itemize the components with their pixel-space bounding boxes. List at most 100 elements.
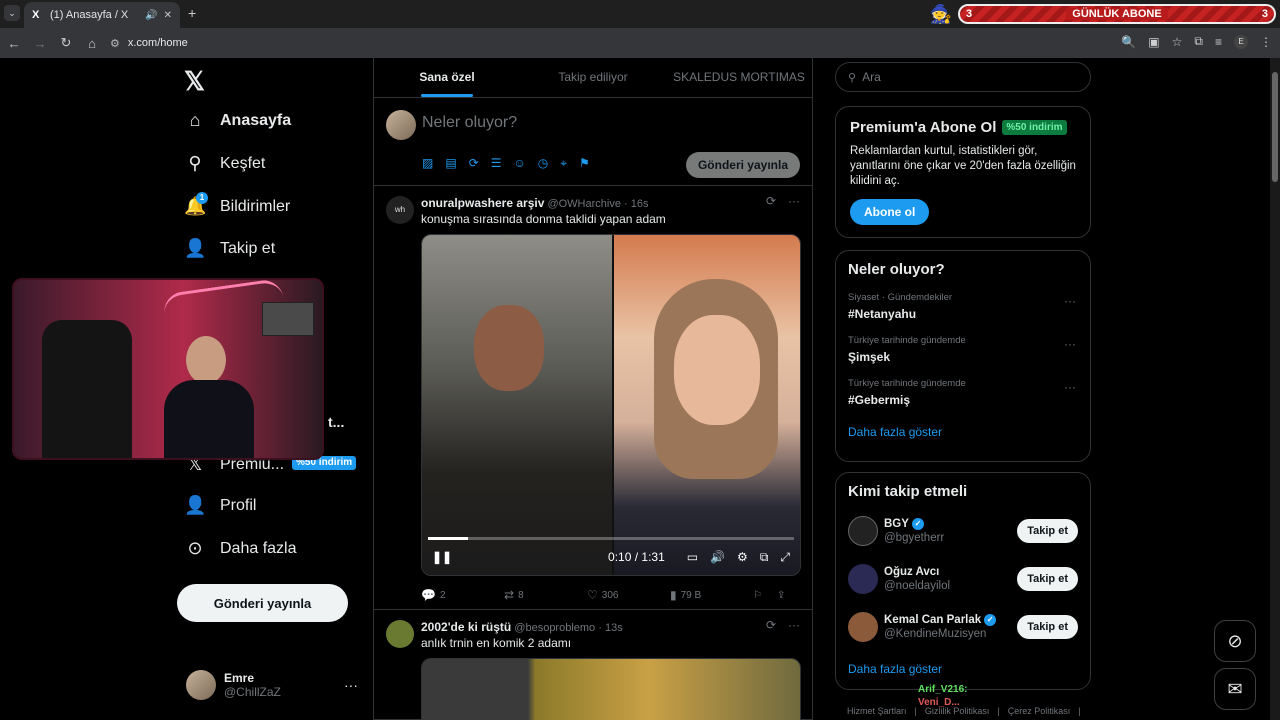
trend-item[interactable]: Türkiye tarihinde gündemde #Gebermiş ···	[848, 378, 1078, 407]
mascot-icon: 🧙	[929, 4, 953, 24]
tab-list[interactable]: SKALEDUS MORTIMAS	[666, 58, 812, 97]
footer-link[interactable]: Çerez Politikası	[1008, 706, 1071, 716]
url-field[interactable]: ⚙ x.com/home	[110, 37, 188, 50]
tweet[interactable]: 2002'de ki rüştü @besoproblemo · 13s anl…	[374, 610, 812, 720]
composer-input[interactable]: Neler oluyor?	[422, 114, 517, 132]
scrollbar-thumb[interactable]	[1272, 72, 1278, 182]
more-dots-icon[interactable]: ···	[344, 677, 358, 693]
share-icon[interactable]: ⇪	[777, 588, 801, 602]
composer-post-button[interactable]: Gönderi yayınla	[685, 152, 800, 178]
footer-link[interactable]: Hizmet Şartları	[847, 706, 907, 716]
tab-following[interactable]: Takip ediliyor	[520, 58, 666, 97]
reload-icon[interactable]: ↻	[54, 35, 78, 51]
forward-icon[interactable]: →	[28, 36, 52, 51]
more-dots-icon[interactable]: ···	[1064, 337, 1076, 351]
volume-icon[interactable]: 🔊	[710, 550, 725, 564]
tweet-handle[interactable]: @besoproblemo	[514, 622, 595, 634]
sidebar-item-profile[interactable]: 👤 Profil	[184, 495, 256, 516]
more-dots-icon[interactable]: ···	[788, 194, 800, 208]
page-scrollbar[interactable]	[1270, 58, 1280, 720]
tweet-avatar[interactable]	[386, 620, 414, 648]
back-icon[interactable]: ←	[2, 36, 26, 51]
show-more-trends-link[interactable]: Daha fazla göster	[848, 425, 1078, 439]
site-info-icon[interactable]: ⚙	[110, 37, 120, 50]
location-icon[interactable]: ⌖	[560, 156, 567, 171]
messages-fab-button[interactable]: ✉	[1214, 668, 1256, 710]
browser-menu-icon[interactable]: ⋮	[1260, 35, 1272, 49]
sidebar-item-home[interactable]: ⌂ Anasayfa	[184, 110, 292, 131]
chat-line: Arif_V216:	[918, 684, 968, 695]
sidebar-item-more[interactable]: ⊙ Daha fazla	[184, 538, 296, 559]
sidebar-item-explore[interactable]: ⚲ Keşfet	[184, 153, 265, 174]
post-button[interactable]: Gönderi yayınla	[177, 584, 348, 622]
more-dots-icon[interactable]: ···	[1064, 294, 1076, 308]
new-tab-button[interactable]: +	[188, 5, 196, 21]
gif-icon[interactable]: ▤	[445, 156, 456, 171]
pip-icon[interactable]: ⧉	[760, 550, 769, 565]
tweet-avatar[interactable]: wh	[386, 196, 414, 224]
tweet-time[interactable]: 16s	[631, 198, 649, 210]
tweet-author-name[interactable]: 2002'de ki rüştü	[421, 620, 511, 634]
zoom-icon[interactable]: 🔍	[1121, 35, 1136, 49]
close-tab-icon[interactable]: ✕	[164, 10, 172, 21]
pause-icon[interactable]: ❚❚	[432, 550, 452, 564]
schedule-icon[interactable]: ◷	[538, 156, 548, 171]
captions-icon[interactable]: ▭	[687, 550, 698, 564]
subscribe-button[interactable]: Abone ol	[850, 199, 930, 225]
tweet-time[interactable]: 13s	[605, 622, 623, 634]
x-logo[interactable]: 𝕏	[184, 66, 205, 97]
trend-context: Siyaset · Gündemdekiler	[848, 292, 953, 303]
bookmark-icon[interactable]: ⚐	[753, 588, 777, 602]
sidebar-item-label-partial[interactable]: t...	[328, 414, 344, 430]
tweet[interactable]: wh onuralpwashere arşiv @OWHarchive · 16…	[374, 186, 812, 610]
sub-count-right: 3	[1261, 8, 1268, 20]
show-more-follow-link[interactable]: Daha fazla göster	[848, 662, 1078, 676]
reply-button[interactable]: 💬 2	[421, 588, 504, 602]
grok-icon[interactable]: ⟳	[766, 618, 776, 632]
emoji-icon[interactable]: ☺	[514, 156, 526, 171]
flag-icon[interactable]: ⚑	[579, 156, 590, 171]
follow-suggestion[interactable]: Oğuz Avcı @noeldayilol Takip et	[848, 562, 1078, 596]
tweet-handle[interactable]: @OWHarchive	[547, 198, 621, 210]
grok-icon[interactable]: ⟳	[766, 194, 776, 208]
repost-button[interactable]: ⇄ 8	[504, 588, 587, 602]
settings-icon[interactable]: ⚙	[737, 550, 748, 564]
sidebar-item-follow[interactable]: 👤 Takip et	[184, 238, 275, 259]
follow-suggestion[interactable]: Kemal Can Parlak ✓ @KendineMuzisyen Takip…	[848, 610, 1078, 644]
like-button[interactable]: ♡ 306	[587, 588, 670, 602]
cast-icon[interactable]: ▣	[1148, 35, 1159, 49]
follow-suggestion[interactable]: BGY ✓ @bgyetherr Takip et	[848, 514, 1078, 548]
view-count: 79 B	[680, 589, 702, 601]
views-button[interactable]: ▮ 79 B	[670, 588, 753, 602]
grok-fab-button[interactable]: ⊘	[1214, 620, 1256, 662]
speaker-icon[interactable]: 🔊	[145, 10, 157, 21]
extensions-icon[interactable]: ⧉	[1194, 34, 1203, 49]
sidebar-item-notifications[interactable]: 🔔 1 Bildirimler	[184, 192, 290, 217]
image-icon[interactable]: ▨	[422, 156, 433, 171]
poll-icon[interactable]: ☰	[491, 156, 502, 171]
more-dots-icon[interactable]: ···	[788, 618, 800, 632]
grok-icon[interactable]: ⟳	[469, 156, 479, 171]
follow-button[interactable]: Takip et	[1017, 615, 1078, 639]
tab-for-you[interactable]: Sana özel	[374, 58, 520, 97]
trend-item[interactable]: Siyaset · Gündemdekiler #Netanyahu ···	[848, 292, 1078, 321]
tab-list-button[interactable]: ⌄	[4, 5, 20, 21]
account-switcher[interactable]: Emre @ChillZaZ ···	[186, 670, 358, 700]
x-favicon-icon: X	[32, 9, 40, 21]
video-controls: ❚❚ 0:10 / 1:31 ▭ 🔊 ⚙ ⧉ ⤢	[422, 539, 800, 575]
media-controls-icon[interactable]: ≡	[1215, 35, 1222, 49]
follow-button[interactable]: Takip et	[1017, 567, 1078, 591]
video-player[interactable]: ❚❚ 0:10 / 1:31 ▭ 🔊 ⚙ ⧉ ⤢	[421, 234, 801, 576]
premium-title: Premium'a Abone Ol	[850, 119, 997, 136]
follow-button[interactable]: Takip et	[1017, 519, 1078, 543]
home-button-icon[interactable]: ⌂	[80, 36, 104, 51]
tweet-author-name[interactable]: onuralpwashere arşiv	[421, 196, 544, 210]
browser-tab[interactable]: X (1) Anasayfa / X 🔊 ✕	[24, 2, 180, 28]
fullscreen-icon[interactable]: ⤢	[780, 550, 790, 565]
bookmark-star-icon[interactable]: ☆	[1172, 35, 1183, 49]
profile-avatar-icon[interactable]: E	[1234, 34, 1248, 49]
trend-item[interactable]: Türkiye tarihinde gündemde Şimşek ···	[848, 335, 1078, 364]
search-input[interactable]: ⚲ Ara	[835, 62, 1091, 92]
more-dots-icon[interactable]: ···	[1064, 380, 1076, 394]
tweet-media[interactable]	[421, 658, 801, 720]
